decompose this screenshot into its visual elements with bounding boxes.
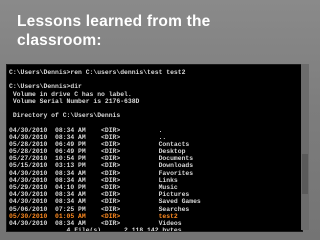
slide-title-line-2: classroom:: [17, 32, 102, 49]
console-line: 05/27/2010 10:54 PM <DIR> Documents: [9, 155, 194, 163]
slide-title: Lessons learned from the classroom:: [17, 12, 287, 50]
console-line: C:\Users\Dennis>ren C:\users\dennis\test…: [9, 69, 186, 76]
console-line: 05/06/2010 07:25 PM <DIR> Searches: [9, 205, 190, 213]
console-line: 04/30/2010 08:34 AM <DIR> .: [9, 126, 163, 134]
console-output: C:\Users\Dennis>ren C:\users\dennis\test…: [9, 69, 300, 232]
console-scrollbar-thumb[interactable]: [302, 154, 308, 194]
console-line: 04/30/2010 08:34 AM <DIR> Saved Games: [9, 198, 201, 206]
console-line: 05/15/2010 03:13 PM <DIR> Downloads: [9, 162, 194, 170]
console-line: 4 File(s) 2,118,142 bytes: [9, 227, 182, 232]
console-line-highlighted: 05/30/2010 01:05 AM <DIR> test2: [9, 212, 178, 220]
console-line: Directory of C:\Users\Dennis: [9, 112, 121, 120]
console-scrollbar[interactable]: [301, 64, 309, 230]
console-line: Volume in drive C has no label.: [9, 90, 132, 98]
console-line: C:\Users\Dennis>dir: [9, 83, 82, 91]
slide-title-line-1: Lessons learned from the: [17, 13, 211, 30]
command-prompt-window[interactable]: C:\Users\Dennis>ren C:\users\dennis\test…: [6, 64, 303, 232]
console-line: 05/29/2010 04:10 PM <DIR> Music: [9, 184, 178, 191]
console-line: 04/30/2010 08:34 AM <DIR> Videos: [9, 219, 182, 227]
console-line: 05/28/2010 06:49 PM <DIR> Desktop: [9, 148, 186, 156]
console-line: 04/30/2010 08:34 AM <DIR> Links: [9, 176, 178, 184]
console-line: 04/30/2010 08:34 AM <DIR> Pictures: [9, 191, 190, 199]
console-line: 04/30/2010 08:34 AM <DIR> Favorites: [9, 169, 194, 177]
console-line: 04/30/2010 08:34 AM <DIR> ..: [9, 133, 167, 141]
console-line: Volume Serial Number is 2176-638D: [9, 97, 140, 105]
console-line: 05/28/2010 06:49 PM <DIR> Contacts: [9, 140, 190, 148]
